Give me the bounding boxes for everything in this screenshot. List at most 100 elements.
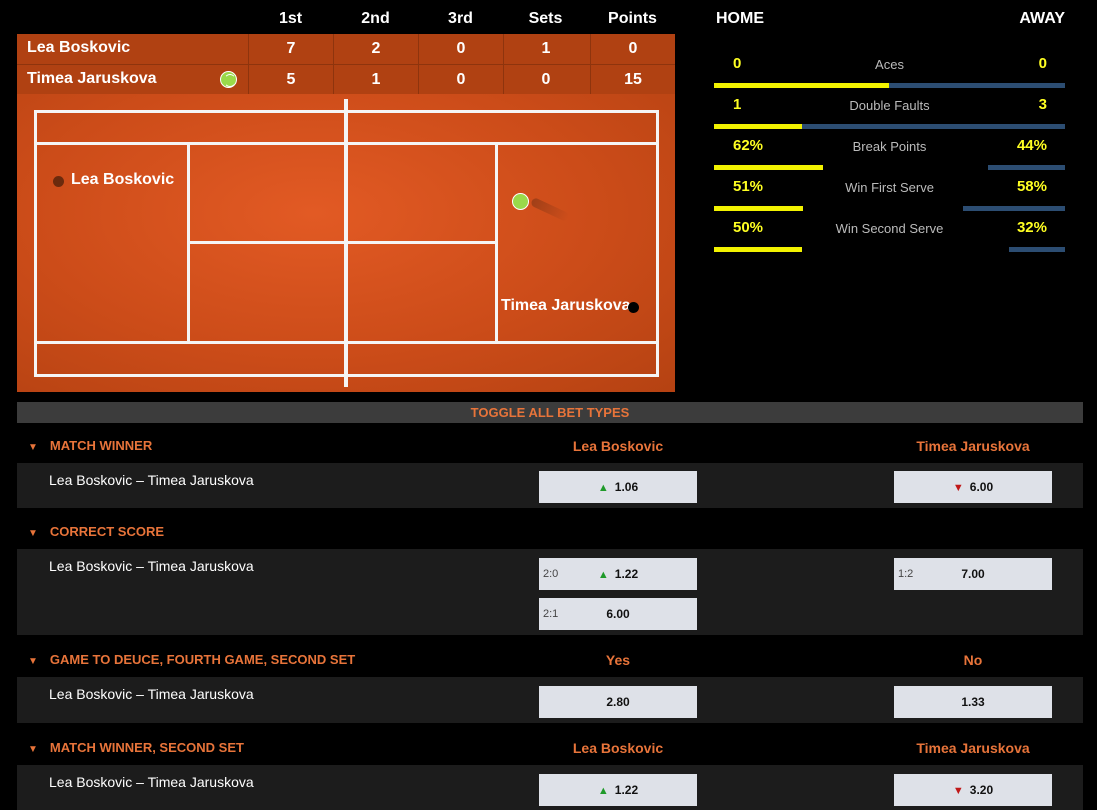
stat-away-bar <box>889 83 1065 88</box>
odd-button[interactable]: ▼ 3.20 <box>894 774 1052 806</box>
stat-away-value: 0 <box>1038 55 1047 72</box>
serving-ball-icon <box>220 71 237 88</box>
market-col1-label: Lea Boskovic <box>572 740 664 756</box>
tennis-court: Lea Boskovic Timea Jaruskova <box>17 94 675 392</box>
stat-label: Win Second Serve <box>835 221 944 236</box>
odd-value: 1.06 <box>614 480 639 494</box>
scoreboard-header: 1st 2nd 3rd Sets Points <box>17 0 675 34</box>
odd-button[interactable]: 1:2 7.00 <box>894 558 1052 590</box>
arrow-up-icon: ▲ <box>597 785 609 797</box>
col-sets: Sets <box>528 10 563 27</box>
odd-value: 2.80 <box>606 695 630 709</box>
tennis-ball-icon <box>512 193 529 210</box>
market-col2-label: No <box>963 652 983 668</box>
market-event: Lea Boskovic – Timea Jaruskova <box>49 472 254 488</box>
stat-away-bar <box>1009 247 1065 252</box>
stats-home-label: HOME <box>716 10 764 27</box>
stat-row-break-points: 62% Break Points 44% <box>714 132 1065 173</box>
market-title: ▼ CORRECT SCORE <box>28 524 164 539</box>
odd-button[interactable]: 2:1 6.00 <box>539 598 697 630</box>
odd-value: 6.00 <box>969 480 994 494</box>
stat-home-bar <box>714 247 802 252</box>
odd-button[interactable]: ▼ 6.00 <box>894 471 1052 503</box>
odd-button[interactable]: 2.80 <box>539 686 697 718</box>
odd-value: 7.00 <box>961 567 985 581</box>
market-col1-label: Lea Boskovic <box>572 438 664 454</box>
stat-label: Aces <box>875 57 904 72</box>
odd-button[interactable]: ▲ 1.22 <box>539 774 697 806</box>
stat-label: Break Points <box>852 139 927 154</box>
market-header-correct-score[interactable]: ▼ CORRECT SCORE <box>17 510 1083 549</box>
market-body-game-to-deuce: Lea Boskovic – Timea Jaruskova 2.80 1.33 <box>17 677 1083 723</box>
court-player2-label: Timea Jaruskova <box>501 297 631 314</box>
stat-away-value: 32% <box>1016 219 1047 236</box>
market-title-text: MATCH WINNER <box>49 438 153 453</box>
odd-button[interactable]: 2:0 ▲ 1.22 <box>539 558 697 590</box>
stat-home-bar <box>714 165 823 170</box>
stat-home-bar <box>714 124 802 129</box>
market-header-match-winner[interactable]: ▼ MATCH WINNER Lea Boskovic Timea Jarusko… <box>17 424 1083 463</box>
scoreboard-row-player1: Lea Boskovic 7 2 0 1 0 <box>17 34 675 64</box>
col-points: Points <box>608 10 657 27</box>
ball-trail <box>529 196 571 223</box>
arrow-down-icon: ▼ <box>952 785 964 797</box>
market-header-match-winner-second-set[interactable]: ▼ MATCH WINNER, SECOND SET Lea Boskovic T… <box>17 726 1083 765</box>
collapse-triangle-icon: ▼ <box>28 442 38 453</box>
player1-points: 0 <box>590 34 675 64</box>
odd-value: 1.22 <box>614 567 639 581</box>
market-event: Lea Boskovic – Timea Jaruskova <box>49 686 254 702</box>
match-stats: HOME AWAY 0 Aces 0 1 Double Faults 3 62%… <box>714 0 1065 260</box>
market-body-correct-score: Lea Boskovic – Timea Jaruskova 2:0 ▲ 1.22 … <box>17 549 1083 635</box>
market-body-match-winner: Lea Boskovic – Timea Jaruskova ▲ 1.06 ▼ 6.… <box>17 463 1083 508</box>
market-title-text: GAME TO DEUCE, FOURTH GAME, SECOND SET <box>49 652 356 667</box>
market-title-text: CORRECT SCORE <box>49 524 165 539</box>
stat-label: Double Faults <box>849 98 930 113</box>
market-col1-label: Yes <box>605 652 631 668</box>
market-col2-label: Timea Jaruskova <box>916 438 1030 454</box>
player2-set2: 1 <box>333 65 418 95</box>
stat-away-value: 3 <box>1038 96 1047 113</box>
col-set1: 1st <box>278 10 303 27</box>
player1-set3: 0 <box>418 34 503 64</box>
stat-label: Win First Serve <box>845 180 934 195</box>
stat-away-bar <box>988 165 1065 170</box>
arrow-up-icon: ▲ <box>597 569 609 581</box>
col-set3: 3rd <box>448 10 473 27</box>
stat-away-value: 44% <box>1016 137 1047 154</box>
market-header-game-to-deuce[interactable]: ▼ GAME TO DEUCE, FOURTH GAME, SECOND SET … <box>17 638 1083 677</box>
player1-position-dot <box>53 176 64 187</box>
odd-value: 1.22 <box>614 783 639 797</box>
odd-button[interactable]: ▲ 1.06 <box>539 471 697 503</box>
stat-home-bar <box>714 83 890 88</box>
scoreboard: Lea Boskovic 7 2 0 1 0 Timea Jaruskova 5… <box>17 34 675 95</box>
collapse-triangle-icon: ▼ <box>28 744 38 755</box>
market-event: Lea Boskovic – Timea Jaruskova <box>49 774 254 790</box>
scoreboard-row-player2: Timea Jaruskova 5 1 0 0 15 <box>17 64 675 95</box>
player2-set3: 0 <box>418 65 503 95</box>
market-title: ▼ GAME TO DEUCE, FOURTH GAME, SECOND SET <box>28 652 355 667</box>
odd-score-label: 1:2 <box>898 568 914 580</box>
odd-button[interactable]: 1.33 <box>894 686 1052 718</box>
odd-value: 6.00 <box>606 607 630 621</box>
court-player1-label: Lea Boskovic <box>71 171 175 188</box>
collapse-triangle-icon: ▼ <box>28 528 38 539</box>
player1-set2: 2 <box>333 34 418 64</box>
market-event: Lea Boskovic – Timea Jaruskova <box>49 558 254 574</box>
stat-away-value: 58% <box>1016 178 1047 195</box>
toggle-all-bet-types-button[interactable]: TOGGLE ALL BET TYPES <box>17 402 1083 423</box>
odd-value: 3.20 <box>969 783 994 797</box>
arrow-up-icon: ▲ <box>597 482 609 494</box>
court-line-right <box>656 110 659 377</box>
court-center-service-line <box>187 241 498 244</box>
court-net <box>344 99 348 387</box>
player2-set1: 5 <box>248 65 333 95</box>
stat-home-bar <box>714 206 803 211</box>
stat-row-double-faults: 1 Double Faults 3 <box>714 91 1065 132</box>
stats-away-label: AWAY <box>1019 10 1065 27</box>
market-title: ▼ MATCH WINNER <box>28 438 152 453</box>
stat-away-bar <box>802 124 1065 129</box>
stat-away-bar <box>963 206 1065 211</box>
market-body-match-winner-second-set: Lea Boskovic – Timea Jaruskova ▲ 1.22 ▼ 3.… <box>17 765 1083 810</box>
odd-score-label: 2:0 <box>543 568 559 580</box>
player1-set1: 7 <box>248 34 333 64</box>
